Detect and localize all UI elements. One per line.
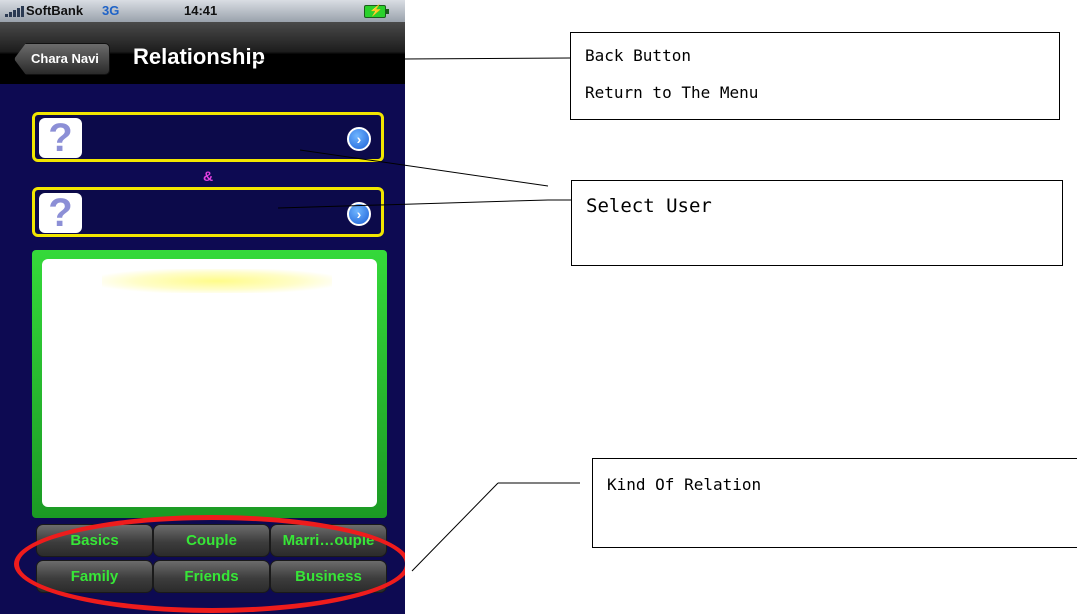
battery-icon: ⚡ xyxy=(364,5,389,18)
annotation-back-button: Back Button Return to The Menu xyxy=(570,32,1060,120)
annotation-back-title: Back Button xyxy=(585,46,691,65)
result-content xyxy=(42,259,377,507)
carrier-label: SoftBank xyxy=(26,3,84,18)
question-avatar-icon: ? xyxy=(39,193,82,233)
clock: 14:41 xyxy=(184,3,218,18)
annotation-select-user-title: Select User xyxy=(586,195,712,217)
select-user-2[interactable]: ? › xyxy=(32,187,384,237)
navigation-bar: Chara Navi Relationship xyxy=(0,22,405,84)
signal-icon xyxy=(5,5,24,17)
status-bar: SoftBank 3G 14:41 ⚡ xyxy=(0,0,405,22)
result-panel xyxy=(32,250,387,518)
annotation-kind-of-relation: Kind Of Relation xyxy=(592,458,1077,548)
annotation-back-desc: Return to The Menu xyxy=(585,83,759,102)
question-avatar-icon: ? xyxy=(39,118,82,158)
disclosure-arrow-icon[interactable]: › xyxy=(347,202,371,226)
phone-screen: SoftBank 3G 14:41 ⚡ Chara Navi Relations… xyxy=(0,0,405,614)
network-label: 3G xyxy=(102,3,120,18)
disclosure-arrow-icon[interactable]: › xyxy=(347,127,371,151)
relation-connector-1 xyxy=(411,482,499,572)
select-user-1[interactable]: ? › xyxy=(32,112,384,162)
result-highlight xyxy=(102,269,332,293)
relation-highlight-ellipse xyxy=(14,515,405,613)
page-title: Relationship xyxy=(133,44,266,69)
ampersand-separator: & xyxy=(203,168,214,184)
back-button[interactable]: Chara Navi xyxy=(14,43,110,75)
annotation-relation-title: Kind Of Relation xyxy=(607,475,762,494)
annotation-select-user: Select User xyxy=(571,180,1063,266)
